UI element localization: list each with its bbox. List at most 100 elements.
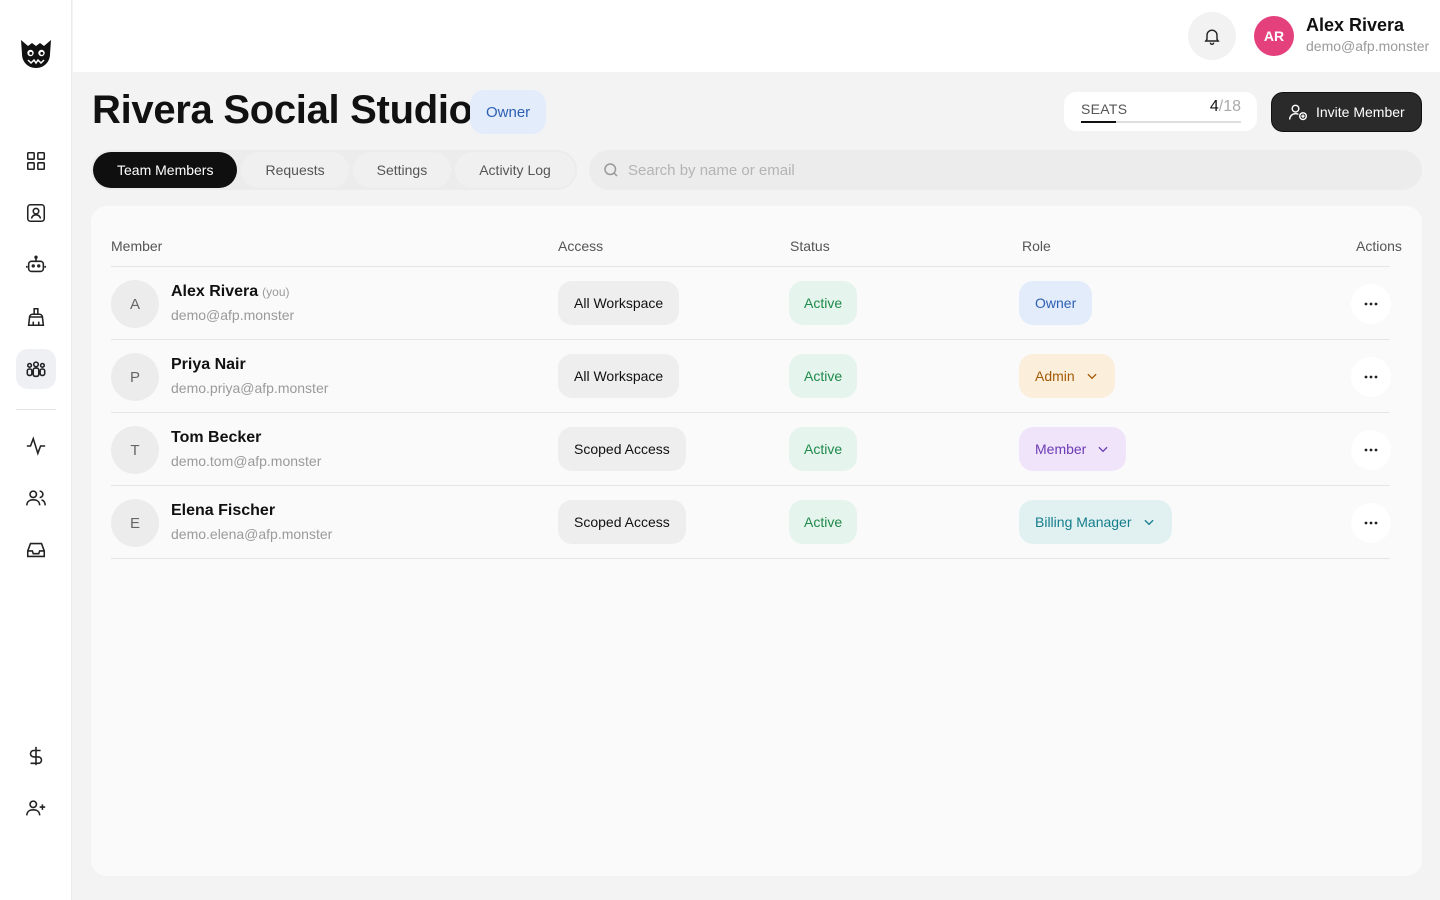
member-name: Tom Becker: [171, 429, 262, 446]
add-user-icon: [1288, 104, 1308, 121]
nav-bots[interactable]: [16, 245, 56, 285]
column-access: Access: [558, 238, 604, 254]
user-name: Alex Rivera: [1306, 15, 1405, 35]
row-actions-button[interactable]: [1351, 503, 1391, 543]
table-row: P Priya Nair demo.priya@afp.monster All …: [111, 340, 1391, 413]
role-label: Admin: [1035, 368, 1075, 384]
nav-dashboard[interactable]: [16, 141, 56, 181]
role-badge-owner: Owner: [1019, 281, 1093, 325]
inbox-icon: [26, 542, 46, 558]
you-label: (you): [262, 285, 290, 299]
column-member: Member: [111, 238, 163, 254]
search-input[interactable]: [628, 161, 1388, 179]
bell-icon: [1204, 29, 1220, 45]
row-actions-button[interactable]: [1351, 430, 1391, 470]
member-email: demo.elena@afp.monster: [171, 526, 333, 542]
seats-used: 4: [1209, 98, 1219, 115]
seats-indicator: SEATS 4/18: [1064, 92, 1257, 131]
chevron-down-icon: [1087, 373, 1097, 380]
member-avatar: T: [111, 426, 159, 474]
invite-member-button[interactable]: Invite Member: [1271, 92, 1422, 132]
nav-users[interactable]: [16, 478, 56, 518]
status-badge: Active: [789, 281, 858, 325]
user-avatar[interactable]: AR: [1254, 16, 1294, 56]
notifications-button[interactable]: [1188, 12, 1236, 60]
nav-inbox[interactable]: [16, 530, 56, 570]
row-actions-button[interactable]: [1351, 357, 1391, 397]
member-name-text: Alex Rivera: [171, 283, 259, 300]
monster-logo[interactable]: [17, 34, 55, 72]
member-avatar: E: [111, 499, 159, 547]
member-avatar: P: [111, 353, 159, 401]
access-pill: Scoped Access: [558, 427, 686, 471]
status-badge: Active: [789, 354, 858, 398]
tab-team-members[interactable]: Team Members: [93, 152, 238, 188]
tab-settings[interactable]: Settings: [352, 152, 452, 188]
bot-icon: [26, 255, 46, 273]
search-icon: [604, 163, 618, 177]
more-icon: [1364, 375, 1378, 379]
status-badge: Active: [789, 427, 858, 471]
role-dropdown[interactable]: Admin: [1019, 354, 1115, 398]
invite-member-label: Invite Member: [1316, 104, 1405, 120]
member-name: Priya Nair: [171, 356, 246, 373]
nav-brand[interactable]: [16, 297, 56, 337]
row-actions-button[interactable]: [1351, 284, 1391, 324]
role-badge: Owner: [470, 90, 547, 134]
seats-label: SEATS: [1081, 101, 1128, 117]
page-title: Rivera Social Studio: [92, 88, 473, 132]
search-bar: [589, 150, 1422, 190]
role-label: Owner: [1035, 295, 1077, 311]
chevron-down-icon: [1143, 519, 1154, 526]
add-user-icon: [26, 800, 46, 816]
member-name: Elena Fischer: [171, 502, 276, 519]
status-badge: Active: [789, 500, 858, 544]
brush-icon: [27, 307, 45, 327]
column-status: Status: [790, 238, 830, 254]
tab-bar: Team Members Requests Settings Activity …: [91, 150, 577, 190]
role-dropdown[interactable]: Billing Manager: [1019, 500, 1172, 544]
member-email: demo.priya@afp.monster: [171, 380, 329, 396]
more-icon: [1364, 302, 1378, 306]
table-header: Member Access Status Role Actions: [91, 206, 1422, 267]
nav-team[interactable]: [16, 349, 56, 389]
member-email: demo.tom@afp.monster: [171, 453, 322, 469]
seats-count: 4/18: [1210, 98, 1241, 116]
access-pill: All Workspace: [558, 354, 680, 398]
nav-billing[interactable]: [16, 736, 56, 776]
dashboard-icon: [26, 151, 46, 171]
sidebar-divider: [16, 409, 56, 410]
tab-activity-log[interactable]: Activity Log: [455, 152, 575, 188]
seats-progress-fill: [1081, 121, 1117, 123]
member-avatar: A: [111, 280, 159, 328]
table-row: A Alex Rivera (you) demo@afp.monster All …: [111, 267, 1391, 340]
team-icon: [26, 361, 46, 378]
seats-total: /18: [1218, 98, 1241, 115]
role-label: Member: [1035, 441, 1087, 457]
more-icon: [1364, 448, 1378, 452]
nav-invite[interactable]: [16, 788, 56, 828]
nav-activity[interactable]: [16, 426, 56, 466]
chevron-down-icon: [1098, 446, 1108, 453]
more-icon: [1364, 521, 1378, 525]
member-name: Alex Rivera (you): [171, 283, 290, 301]
tab-requests[interactable]: Requests: [241, 152, 349, 188]
table-row: E Elena Fischer demo.elena@afp.monster S…: [111, 486, 1391, 559]
column-role: Role: [1022, 238, 1051, 254]
nav-contacts[interactable]: [16, 193, 56, 233]
seats-progress: [1081, 121, 1241, 123]
table-row: T Tom Becker demo.tom@afp.monster Scoped…: [111, 413, 1391, 486]
access-pill: Scoped Access: [558, 500, 686, 544]
user-email: demo@afp.monster: [1306, 38, 1430, 54]
members-table: Member Access Status Role Actions A Alex…: [91, 206, 1422, 876]
users-icon: [26, 490, 46, 506]
column-actions: Actions: [1356, 238, 1402, 254]
contact-card-icon: [26, 203, 46, 223]
dollar-icon: [29, 746, 43, 766]
activity-icon: [26, 436, 46, 456]
topbar: AR Alex Rivera demo@afp.monster: [73, 0, 1440, 72]
member-email: demo@afp.monster: [171, 307, 295, 323]
sidebar: [0, 0, 72, 900]
access-pill: All Workspace: [558, 281, 680, 325]
role-dropdown[interactable]: Member: [1019, 427, 1127, 471]
